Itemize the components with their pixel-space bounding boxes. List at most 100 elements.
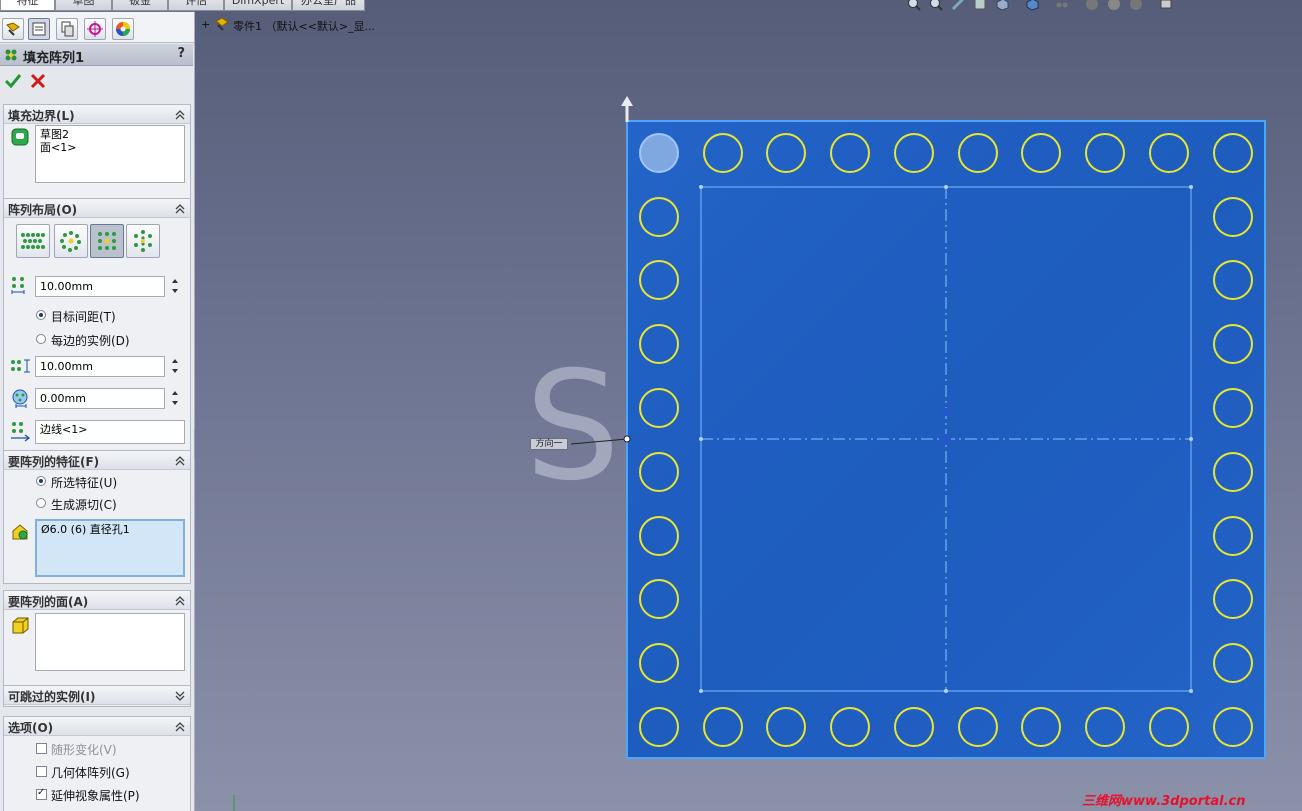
checkbox[interactable] <box>36 766 47 777</box>
face-selection-icon <box>12 617 29 634</box>
group-title: 要阵列的特征(F) <box>8 455 100 469</box>
tab-sketch[interactable]: 草图 <box>55 0 112 11</box>
radio-selected-features[interactable]: 所选特征(U) <box>36 474 176 490</box>
faces-selection-list[interactable] <box>35 613 185 671</box>
tab-evaluate[interactable]: 评估 <box>168 0 224 11</box>
tab-sheet-metal[interactable]: 钣金 <box>112 0 168 11</box>
features-selection-list[interactable]: Ø6.0 (6) 直径孔1 <box>35 519 185 577</box>
ok-button[interactable] <box>4 72 22 90</box>
group-title: 可跳过的实例(I) <box>8 690 96 704</box>
group-header[interactable]: 要阵列的面(A) <box>4 591 190 610</box>
feature-title: 填充阵列1 <box>23 51 85 66</box>
layout-button-row <box>4 217 190 265</box>
tab-features[interactable]: 特征 <box>0 0 55 11</box>
instance-spacing-input[interactable]: 10.00mm <box>35 276 165 297</box>
margin-icon <box>11 359 30 373</box>
radio-button[interactable] <box>36 498 46 508</box>
perforation-layout-icon <box>21 233 45 249</box>
checkbox-propagate-visual[interactable]: 延伸视象属性(P) <box>36 787 176 803</box>
direction-leader-line <box>570 438 628 445</box>
radio-button[interactable] <box>36 476 46 486</box>
checkbox[interactable] <box>36 787 47 800</box>
angle-input[interactable]: 0.00mm <box>35 388 165 409</box>
group-header[interactable]: 填充边界(L) <box>4 105 190 124</box>
site-watermark: 三维网www.3dportal.cn <box>1082 794 1246 809</box>
instance-spacing-icon <box>11 277 25 294</box>
radio-label: 每边的实例(D) <box>51 334 130 348</box>
list-item[interactable]: 面<1> <box>40 141 180 154</box>
square-layout-icon <box>98 232 116 250</box>
checkbox-vary-sketch[interactable]: 随形变化(V) <box>36 741 176 757</box>
dimxpert-manager-tab[interactable] <box>84 18 106 40</box>
radio-instances-per-side[interactable]: 每边的实例(D) <box>36 332 176 348</box>
configuration-icon <box>61 21 74 37</box>
group-title: 填充边界(L) <box>8 109 75 123</box>
group-fill-boundary: 填充边界(L) 草图2 面<1> <box>3 104 191 200</box>
feature-tree-tab[interactable] <box>2 18 24 40</box>
seed-hole[interactable] <box>639 133 679 173</box>
group-header[interactable]: 选项(O) <box>4 717 190 736</box>
group-instances-to-skip: 可跳过的实例(I) <box>3 685 191 707</box>
cancel-button[interactable] <box>29 72 47 90</box>
circular-layout-icon <box>60 231 81 252</box>
property-manager-tab[interactable] <box>28 18 50 40</box>
layout-polygon-button[interactable] <box>126 224 160 258</box>
checkbox-geometry-pattern[interactable]: 几何体阵列(G) <box>36 764 176 780</box>
boundary-selection-icon <box>11 128 29 146</box>
normal-arrow-head <box>621 96 633 106</box>
margin-input[interactable]: 10.00mm <box>35 356 165 377</box>
group-header[interactable]: 可跳过的实例(I) <box>4 686 190 705</box>
instance-spacing-spinner[interactable] <box>169 276 181 298</box>
boundary-selection-list[interactable]: 草图2 面<1> <box>35 125 185 183</box>
color-wheel-icon <box>116 22 130 36</box>
group-header[interactable]: 要阵列的特征(F) <box>4 451 190 470</box>
radio-label: 所选特征(U) <box>51 476 118 490</box>
feature-title-bar: 填充阵列1 ? <box>0 44 193 66</box>
tab-dimxpert[interactable]: DimXpert <box>224 0 292 11</box>
group-title: 选项(O) <box>8 721 54 735</box>
graphics-area[interactable]: SO + 零件1 （默认<<默认>_显... <box>195 0 1302 811</box>
pattern-direction-field[interactable]: 边线<1> <box>35 420 185 444</box>
group-header[interactable]: 阵列布局(O) <box>4 199 190 218</box>
chevron-up-icon[interactable] <box>174 202 186 214</box>
chevron-up-icon[interactable] <box>174 720 186 732</box>
direction-leader-point <box>623 435 631 443</box>
polygon-layout-icon <box>134 230 152 252</box>
radio-button[interactable] <box>36 310 46 320</box>
panel-tab-bar <box>0 12 194 43</box>
margin-spinner[interactable] <box>169 356 181 378</box>
group-title: 要阵列的面(A) <box>8 595 89 609</box>
layout-perforation-button[interactable] <box>16 224 50 258</box>
direction-value: 边线<1> <box>40 423 88 436</box>
angle-spinner[interactable] <box>169 388 181 410</box>
model-view[interactable] <box>195 0 1302 811</box>
checkbox-label: 几何体阵列(G) <box>51 766 130 780</box>
help-button[interactable]: ? <box>177 46 185 61</box>
list-item[interactable]: 草图2 <box>40 128 180 141</box>
close-icon <box>30 73 46 89</box>
direction-callout[interactable]: 方向一 <box>530 438 568 450</box>
chevron-up-icon[interactable] <box>174 594 186 606</box>
radio-target-spacing[interactable]: 目标间距(T) <box>36 308 176 324</box>
command-manager-tabs: 特征 草图 钣金 评估 DimXpert 办公室产品 <box>0 0 370 12</box>
fill-pattern-icon <box>5 49 17 61</box>
display-manager-tab[interactable] <box>112 18 134 40</box>
chevron-up-icon[interactable] <box>174 108 186 120</box>
chevron-down-icon[interactable] <box>174 689 186 701</box>
layout-square-button[interactable] <box>90 224 124 258</box>
checkbox-label: 延伸视象属性(P) <box>51 789 140 803</box>
radio-button[interactable] <box>36 334 46 344</box>
list-item[interactable]: Ø6.0 (6) 直径孔1 <box>41 523 179 536</box>
configuration-manager-tab[interactable] <box>56 18 78 40</box>
group-options: 选项(O) 随形变化(V) 几何体阵列(G) 延伸视象属性(P) <box>3 716 191 811</box>
checkbox[interactable] <box>36 743 47 754</box>
property-manager: 填充阵列1 ? 填充边界(L) 草图2 面<1> 阵列布局(O) 10.00mm… <box>0 12 195 811</box>
chevron-up-icon[interactable] <box>174 454 186 466</box>
layout-circular-button[interactable] <box>54 224 88 258</box>
tab-office-products[interactable]: 办公室产品 <box>292 0 365 11</box>
radio-label: 生成源切(C) <box>51 498 117 512</box>
angle-icon <box>12 389 28 408</box>
group-pattern-layout: 阵列布局(O) 10.00mm 目标间距(T) 每边的实例(D) 10.00mm… <box>3 198 191 454</box>
pattern-direction-icon <box>11 422 31 442</box>
radio-create-seed-cut[interactable]: 生成源切(C) <box>36 496 176 512</box>
